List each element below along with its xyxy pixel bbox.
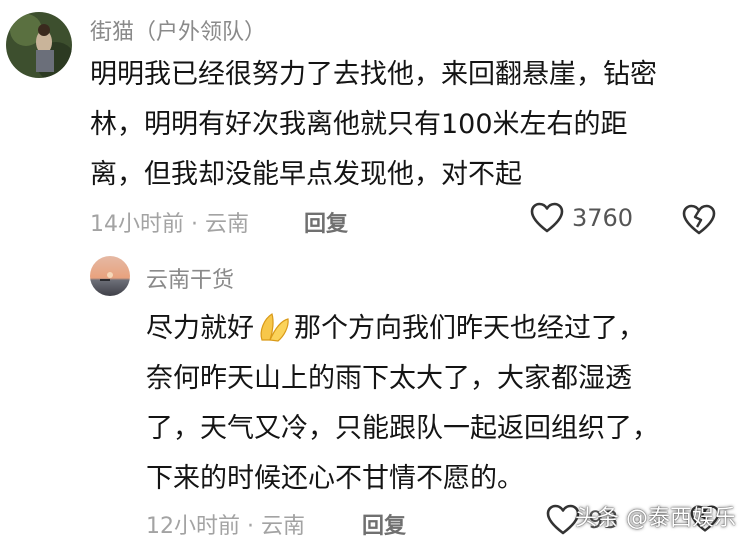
like-count: 3760: [572, 204, 634, 232]
comment-text-segment: 尽力就好: [146, 313, 254, 344]
comment-text-line: 了，天气又冷，只能跟队一起返回组织了，: [146, 413, 659, 444]
reply-button[interactable]: 回复: [304, 206, 348, 238]
comment-text-line: 下来的时候还心不甘情不愿的。: [146, 463, 524, 494]
comment-text: 尽力就好 那个方向我们昨天也经过了， 奈何昨天山上的雨下太大了，大家都湿透 了，…: [146, 304, 659, 504]
like-button[interactable]: 3760: [530, 202, 633, 234]
avatar[interactable]: [90, 256, 130, 296]
praying-hands-emoji-icon: [260, 313, 289, 342]
avatar[interactable]: [6, 12, 72, 78]
broken-heart-icon[interactable]: [682, 204, 716, 236]
comment-text: 明明我已经很努力了去找他，来回翻悬崖，钻密 林，明明有好次我离他就只有100米左…: [90, 50, 657, 200]
timestamp-location: 14小时前 · 云南: [90, 212, 249, 237]
comment-text-segment: 那个方向我们昨天也经过了，: [294, 313, 645, 344]
watermark: 头条 @泰西娱乐: [575, 506, 736, 531]
comment-text-line: 林，明明有好次我离他就只有100米左右的距: [90, 109, 628, 140]
comment-text-line: 明明我已经很努力了去找他，来回翻悬崖，钻密: [90, 59, 657, 90]
comment-text-line: 离，但我却没能早点发现他，对不起: [90, 159, 522, 190]
timestamp-location: 12小时前 · 云南: [146, 514, 305, 539]
username[interactable]: 云南干货: [146, 262, 234, 294]
comment-text-line: 奈何昨天山上的雨下太大了，大家都湿透: [146, 363, 632, 394]
reply-button[interactable]: 回复: [362, 508, 406, 540]
heart-outline-icon: [530, 202, 564, 233]
comment-text-line: 尽力就好 那个方向我们昨天也经过了，: [146, 304, 659, 354]
username[interactable]: 街猫（户外领队）: [90, 14, 266, 46]
